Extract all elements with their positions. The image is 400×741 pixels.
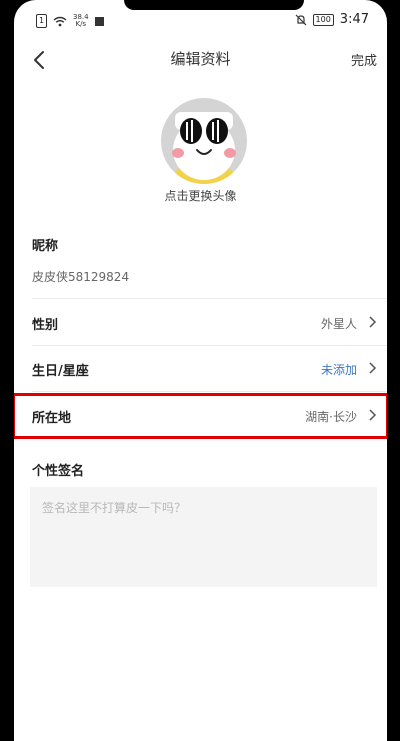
nickname-label: 昵称 [32, 239, 59, 254]
divider [32, 391, 387, 392]
signature-input[interactable] [30, 487, 377, 587]
location-value: 湖南·长沙 [305, 410, 357, 424]
avatar[interactable] [161, 98, 247, 184]
divider [32, 298, 387, 299]
birthday-value: 未添加 [320, 363, 357, 377]
status-bar: 1 38.4 K/s 100 3:47 [14, 12, 387, 32]
wifi-icon [53, 16, 67, 26]
gender-label: 性别 [32, 318, 59, 333]
chevron-right-icon [369, 362, 377, 374]
gender-value: 外星人 [320, 317, 357, 331]
page-title: 编辑资料 [170, 50, 231, 68]
avatar-caption[interactable]: 点击更换头像 [14, 187, 387, 204]
notch [124, 0, 304, 10]
chevron-right-icon [369, 409, 377, 421]
birthday-row[interactable]: 生日/星座 未添加 [14, 346, 387, 390]
location-row[interactable]: 所在地 湖南·长沙 [14, 393, 387, 437]
phone-screen: 1 38.4 K/s 100 3:47 编辑资料 完成 点击更换头像 昵称 皮皮… [14, 0, 387, 741]
mute-bell-icon [295, 14, 306, 25]
done-button[interactable]: 完成 [351, 50, 377, 69]
birthday-label: 生日/星座 [32, 364, 89, 379]
avatar-face-icon [172, 112, 236, 184]
nav-bar: 编辑资料 完成 [14, 42, 387, 78]
chevron-right-icon [369, 316, 377, 328]
signature-label: 个性签名 [32, 464, 85, 479]
gender-row[interactable]: 性别 外星人 [14, 300, 387, 344]
nickname-value[interactable]: 皮皮侠58129824 [32, 268, 129, 285]
clock: 3:47 [339, 12, 369, 27]
network-speed: 38.4 K/s [73, 13, 89, 28]
location-label: 所在地 [32, 411, 72, 426]
sim-icon: 1 [36, 14, 47, 28]
notification-icon [94, 16, 104, 26]
battery-indicator: 100 [312, 13, 334, 26]
